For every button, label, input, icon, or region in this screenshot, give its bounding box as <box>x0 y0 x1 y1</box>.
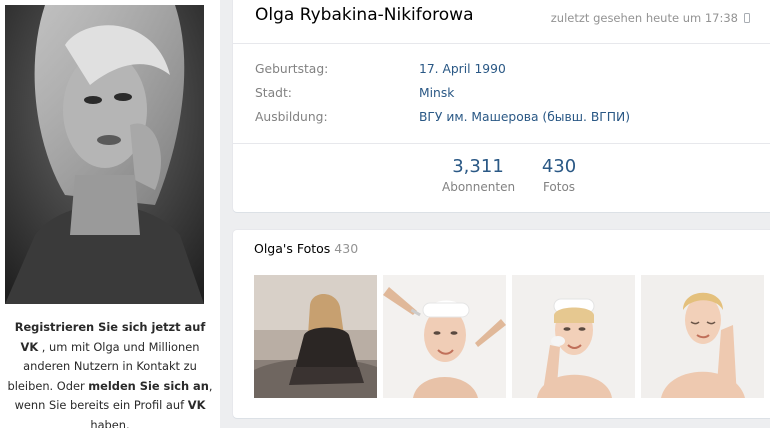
signup-prompt: Registrieren Sie sich jetzt auf VK , um … <box>0 318 220 428</box>
info-divider <box>233 143 770 144</box>
counter-followers[interactable]: 3,311 Abonnenten <box>442 156 516 194</box>
photos-card: Olga's Fotos 430 <box>233 230 770 418</box>
counter-label: Abonnenten <box>442 180 516 194</box>
photo-thumbnail[interactable] <box>383 275 506 398</box>
info-value[interactable]: 17. April 1990 <box>419 62 506 76</box>
counter-value: 3,311 <box>452 156 504 177</box>
profile-card: Olga Rybakina-Nikiforowa zuletzt gesehen… <box>233 0 770 212</box>
header-divider <box>233 43 770 44</box>
last-seen-status: zuletzt gesehen heute um 17:38 <box>551 11 750 25</box>
counter-photos[interactable]: 430 Fotos <box>535 156 583 194</box>
info-row-city: Stadt: Minsk <box>255 86 454 100</box>
info-label: Geburtstag: <box>255 62 329 76</box>
info-label: Stadt: <box>255 86 292 100</box>
mobile-phone-icon <box>744 13 750 23</box>
info-row-education: Ausbildung: ВГУ им. Машерова (бывш. ВГПИ… <box>255 110 630 124</box>
photos-header[interactable]: Olga's Fotos 430 <box>254 241 358 256</box>
signup-text-3: haben. <box>90 417 130 428</box>
photo-thumbnail[interactable] <box>641 275 764 398</box>
counter-label: Fotos <box>542 180 576 194</box>
info-value[interactable]: ВГУ им. Машерова (бывш. ВГПИ) <box>419 110 630 124</box>
photos-count: 430 <box>334 241 359 256</box>
last-seen-text: zuletzt gesehen heute um 17:38 <box>550 11 738 25</box>
counter-value: 430 <box>541 156 577 177</box>
left-column: Registrieren Sie sich jetzt auf VK , um … <box>0 0 220 428</box>
vk-brand: VK <box>187 398 206 412</box>
profile-counters: 3,311 Abonnenten 430 Fotos <box>233 156 770 200</box>
profile-avatar[interactable] <box>5 5 204 304</box>
profile-name: Olga Rybakina-Nikiforowa <box>255 5 474 25</box>
photos-title: Olga's Fotos <box>254 241 331 256</box>
photo-thumbnail[interactable] <box>512 275 635 398</box>
info-value[interactable]: Minsk <box>419 86 454 100</box>
info-row-birthday: Geburtstag: 17. April 1990 <box>255 62 506 76</box>
info-label: Ausbildung: <box>255 110 328 124</box>
photo-thumbnail[interactable] <box>254 275 377 398</box>
login-link[interactable]: melden Sie sich an <box>88 379 209 393</box>
